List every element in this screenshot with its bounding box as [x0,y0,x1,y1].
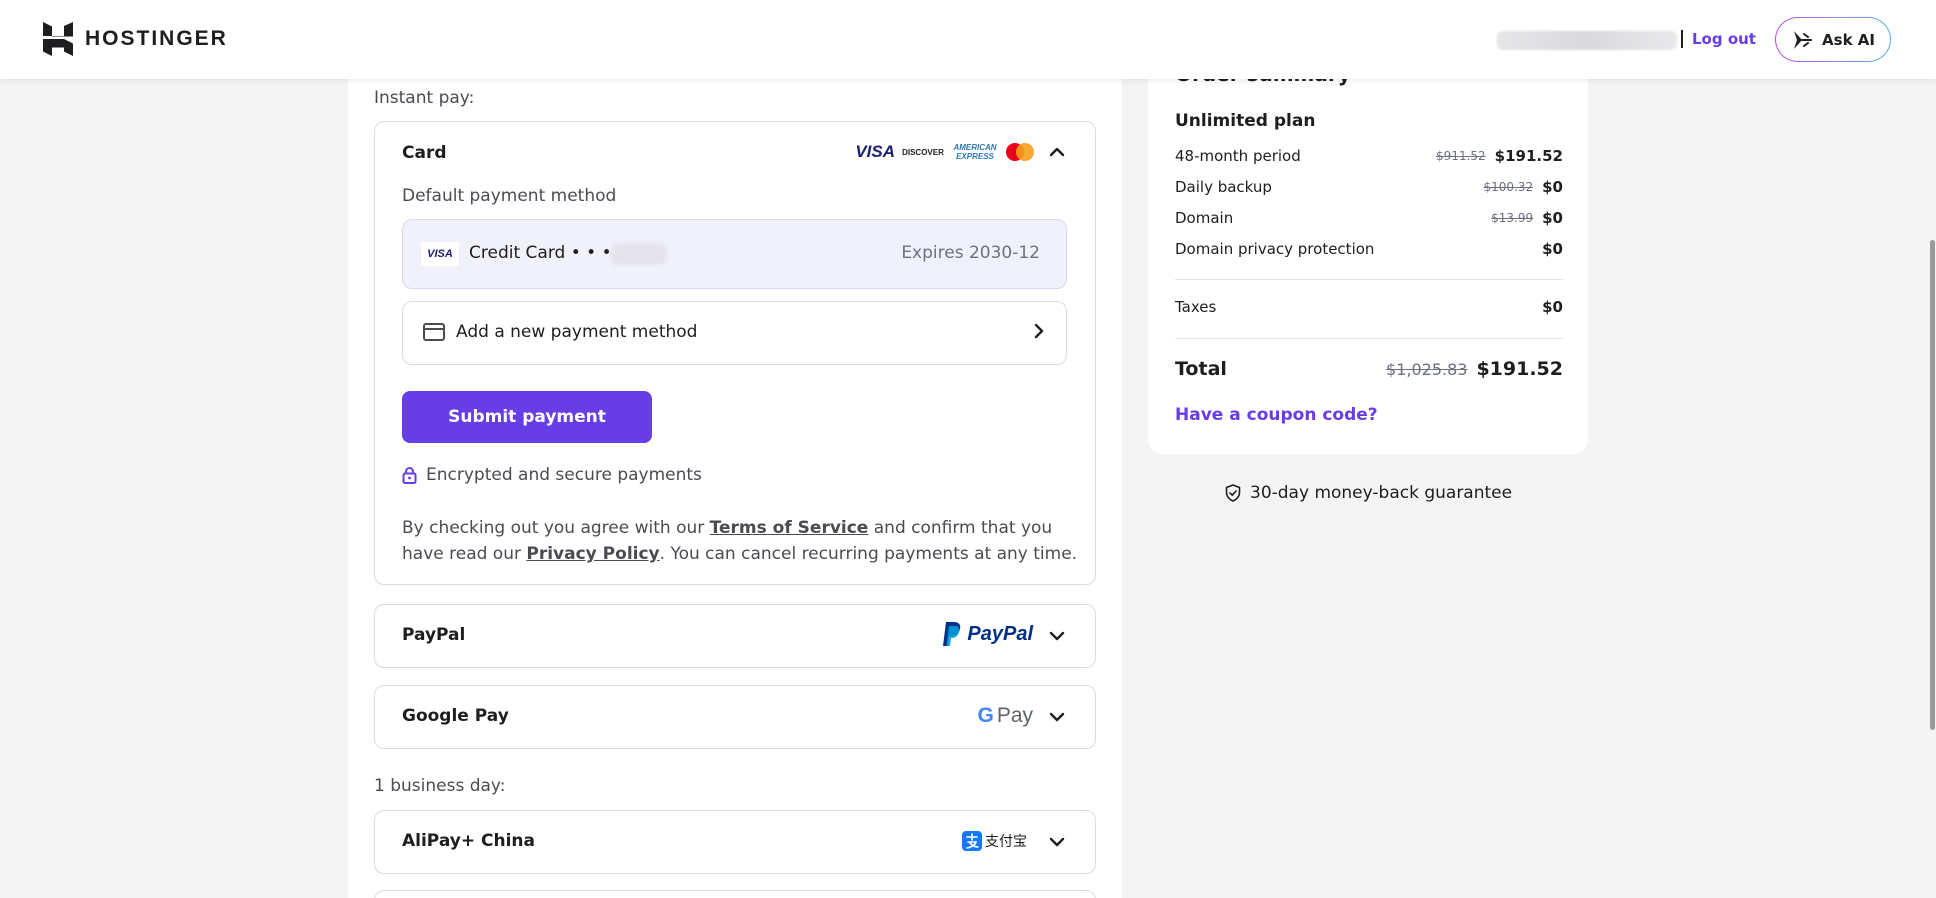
plan-name: Unlimited plan [1175,111,1316,131]
money-back-guarantee-text: 30-day money-back guarantee [1250,483,1513,503]
mastercard-logo [1006,143,1034,161]
credit-card-icon [423,323,445,341]
summary-row-price: $0 [1542,209,1563,227]
summary-row-label: 48-month period [1175,147,1301,165]
legal-text-part-1: By checking out you agree with our [402,518,710,538]
default-payment-label: Default payment method [402,186,617,206]
google-pay-title: Google Pay [402,706,509,726]
summary-divider [1175,279,1563,280]
chevron-down-icon [1049,712,1065,722]
coupon-code-link[interactable]: Have a coupon code? [1175,405,1378,425]
secure-payments-note: Encrypted and secure payments [402,465,702,485]
visa-logo: VISA [855,142,895,161]
summary-total-row: Total $1,025.83 $191.52 [1175,358,1563,380]
instant-pay-label: Instant pay: [374,88,475,108]
paypal-wordmark: PayPal [967,622,1033,645]
summary-row-daily-backup: Daily backup $100.32 $0 [1175,178,1563,196]
alipay-title: AliPay+ China [402,831,535,851]
business-day-label: 1 business day: [374,776,506,796]
summary-row-taxes: Taxes $0 [1175,298,1563,316]
summary-row-period: 48-month period $911.52 $191.52 [1175,147,1563,165]
alipay-logo: 支付宝 [962,831,1027,851]
account-email-redacted [1497,31,1677,50]
secure-payments-text: Encrypted and secure payments [426,465,702,485]
google-pay-logo: G Pay [977,704,1033,728]
add-payment-method-label: Add a new payment method [456,322,698,342]
alipay-icon [962,831,982,851]
summary-row-price: $0 [1542,240,1563,258]
ask-ai-label: Ask AI [1822,30,1875,49]
google-pay-payment-option[interactable]: Google Pay G Pay [374,685,1096,749]
alipay-payment-option[interactable]: AliPay+ China 支付宝 [374,810,1096,874]
summary-row-label: Daily backup [1175,178,1272,196]
card-payment-option: Card VISA DISCOVER AMERICAN EXPRESS Defa… [374,121,1096,585]
card-digits-redacted [611,243,667,265]
taxes-value: $0 [1542,298,1563,316]
visa-card-brand: VISA [427,248,453,260]
money-back-guarantee: 30-day money-back guarantee [1225,483,1512,503]
shield-check-icon [1225,484,1241,502]
visa-card-icon: VISA [421,242,459,266]
order-summary-card: Order summary Unlimited plan 48-month pe… [1148,40,1588,454]
brand-name: HOSTINGER [85,27,228,50]
add-payment-method-button[interactable]: Add a new payment method [402,301,1067,365]
card-expiry: Expires 2030-12 [901,243,1040,263]
legal-text: By checking out you agree with our Terms… [402,515,1082,567]
total-old-price: $1,025.83 [1386,359,1468,379]
saved-card-name: Credit Card • • • • [469,243,628,263]
summary-row-label: Domain privacy protection [1175,240,1375,258]
chevron-right-icon [1034,323,1044,339]
hostinger-logo[interactable]: HOSTINGER [43,22,228,56]
summary-row-price: $0 [1542,178,1563,196]
summary-row-old-price: $13.99 [1491,211,1534,225]
chevron-up-icon[interactable] [1049,147,1065,157]
summary-divider [1175,338,1563,339]
summary-row-price: $191.52 [1494,147,1563,165]
paypal-logo: PayPal [941,621,1033,647]
lock-icon [402,466,417,484]
top-navbar: HOSTINGER Log out Ask AI [0,0,1936,79]
logout-link[interactable]: Log out [1692,30,1756,48]
header-separator [1681,30,1683,48]
discover-logo: DISCOVER [902,147,944,157]
next-payment-option[interactable] [374,890,1096,898]
summary-row-old-price: $911.52 [1436,149,1486,163]
summary-row-label: Domain [1175,209,1234,227]
amex-logo: AMERICAN EXPRESS [953,143,997,161]
summary-row-old-price: $100.32 [1483,180,1534,194]
saved-card-option[interactable]: VISA Credit Card • • • • Expires 2030-12 [402,219,1067,289]
submit-payment-button[interactable]: Submit payment [402,391,652,443]
taxes-label: Taxes [1175,298,1217,316]
card-title[interactable]: Card [402,143,447,163]
card-brand-logos: VISA DISCOVER AMERICAN EXPRESS [855,142,1035,162]
chevron-down-icon [1049,631,1065,641]
google-g-icon: G [977,704,994,727]
paypal-payment-option[interactable]: PayPal PayPal [374,604,1096,668]
sparkle-icon [1794,30,1813,49]
chevron-down-icon [1049,837,1065,847]
privacy-policy-link[interactable]: Privacy Policy [526,544,659,564]
summary-row-domain-privacy: Domain privacy protection $0 [1175,240,1563,258]
google-pay-wordmark: Pay [996,704,1033,727]
terms-of-service-link[interactable]: Terms of Service [710,518,869,538]
total-label: Total [1175,358,1227,380]
paypal-title: PayPal [402,625,466,645]
paypal-p-icon [943,622,961,646]
total-price: $191.52 [1476,358,1563,380]
hostinger-logo-icon [43,22,73,56]
ask-ai-button[interactable]: Ask AI [1775,17,1891,62]
legal-text-part-3: . You can cancel recurring payments at a… [659,544,1078,564]
alipay-wordmark: 支付宝 [985,834,1027,850]
summary-row-domain: Domain $13.99 $0 [1175,209,1563,227]
page-scrollbar[interactable] [1930,240,1935,730]
